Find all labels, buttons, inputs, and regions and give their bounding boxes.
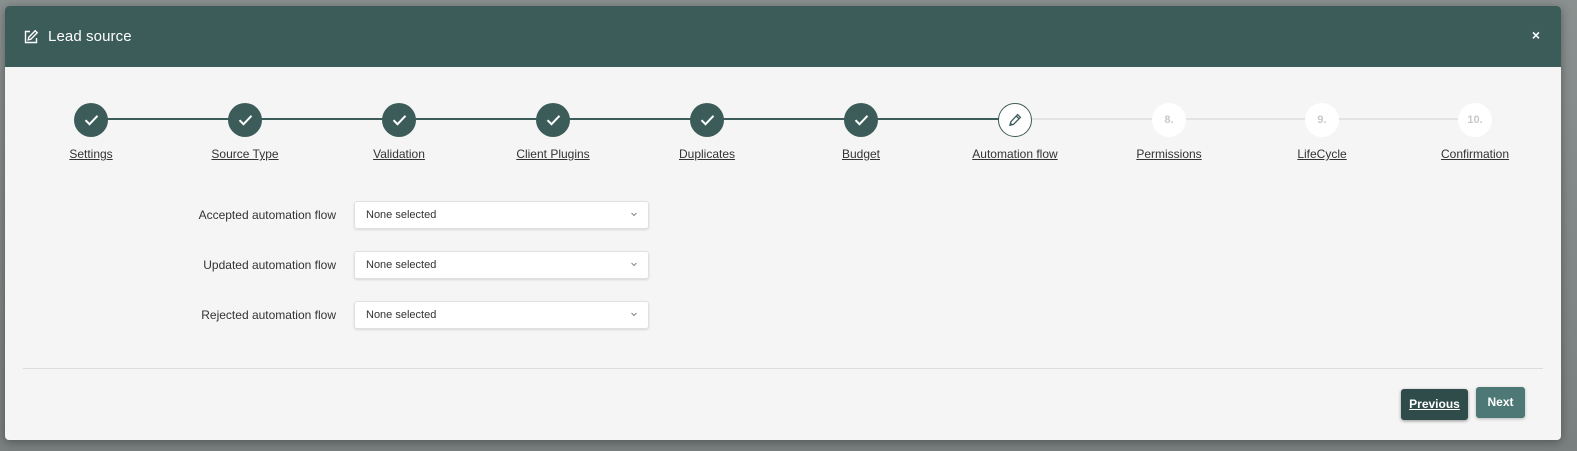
select-value: None selected xyxy=(366,259,437,271)
previous-button[interactable]: Previous xyxy=(1401,389,1468,420)
step-number: 9. xyxy=(1317,114,1327,126)
updated-automation-flow-select[interactable]: None selected xyxy=(354,251,649,279)
step-label: Permissions xyxy=(1136,147,1202,161)
step-permissions-circle: 8. xyxy=(1152,103,1186,137)
check-icon xyxy=(700,115,714,126)
wizard-stepper: Settings Source Type Validation Client P… xyxy=(5,103,1561,173)
updated-automation-flow-row: Updated automation flow None selected xyxy=(5,251,705,279)
check-icon xyxy=(546,115,560,126)
step-duplicates[interactable]: Duplicates xyxy=(632,103,782,163)
check-icon xyxy=(392,115,406,126)
lead-source-modal: Lead source × Settings Source Type Valid… xyxy=(5,6,1561,440)
check-icon xyxy=(84,115,98,126)
step-number: 10. xyxy=(1467,114,1483,126)
step-settings[interactable]: Settings xyxy=(16,103,166,163)
step-automation-flow[interactable]: Automation flow xyxy=(940,103,1090,163)
modal-header: Lead source × xyxy=(5,6,1561,67)
rejected-automation-flow-select[interactable]: None selected xyxy=(354,301,649,329)
updated-automation-flow-label: Updated automation flow xyxy=(203,258,336,272)
accepted-automation-flow-select[interactable]: None selected xyxy=(354,201,649,229)
step-lifecycle-circle: 9. xyxy=(1305,103,1339,137)
select-value: None selected xyxy=(366,309,437,321)
step-confirmation-circle: 10. xyxy=(1458,103,1492,137)
step-validation-circle xyxy=(382,103,416,137)
step-label: Automation flow xyxy=(972,147,1058,161)
chevron-down-icon xyxy=(631,312,637,317)
step-client-plugins[interactable]: Client Plugins xyxy=(478,103,628,163)
step-label: Validation xyxy=(373,147,425,161)
step-settings-circle xyxy=(74,103,108,137)
check-icon xyxy=(854,115,868,126)
step-label: Budget xyxy=(841,147,881,161)
step-label: Confirmation xyxy=(1440,147,1510,161)
step-client-plugins-circle xyxy=(536,103,570,137)
step-label: Source Type xyxy=(211,147,279,161)
chevron-down-icon xyxy=(631,262,637,267)
select-value: None selected xyxy=(366,209,437,221)
accepted-automation-flow-row: Accepted automation flow None selected xyxy=(5,201,705,229)
chevron-down-icon xyxy=(631,212,637,217)
check-icon xyxy=(238,115,252,126)
step-label: Duplicates xyxy=(678,147,736,161)
modal-title: Lead source xyxy=(48,28,132,45)
edit-icon xyxy=(23,29,39,45)
step-label: Settings xyxy=(69,147,113,161)
step-label: LifeCycle xyxy=(1297,147,1347,161)
step-validation[interactable]: Validation xyxy=(324,103,474,163)
step-confirmation[interactable]: 10. Confirmation xyxy=(1400,103,1550,163)
step-number: 8. xyxy=(1164,114,1174,126)
step-permissions[interactable]: 8. Permissions xyxy=(1094,103,1244,163)
accepted-automation-flow-label: Accepted automation flow xyxy=(198,208,336,222)
step-source-type-circle xyxy=(228,103,262,137)
step-lifecycle[interactable]: 9. LifeCycle xyxy=(1247,103,1397,163)
rejected-automation-flow-row: Rejected automation flow None selected xyxy=(5,301,705,329)
step-source-type[interactable]: Source Type xyxy=(170,103,320,163)
step-budget-circle xyxy=(844,103,878,137)
rejected-automation-flow-label: Rejected automation flow xyxy=(201,308,336,322)
step-duplicates-circle xyxy=(690,103,724,137)
pencil-icon xyxy=(1009,113,1022,127)
step-label: Client Plugins xyxy=(516,147,590,161)
next-button[interactable]: Next xyxy=(1476,387,1525,418)
step-automation-flow-circle xyxy=(998,103,1032,137)
close-button[interactable]: × xyxy=(1529,26,1543,44)
footer-divider xyxy=(23,368,1543,369)
step-budget[interactable]: Budget xyxy=(786,103,936,163)
